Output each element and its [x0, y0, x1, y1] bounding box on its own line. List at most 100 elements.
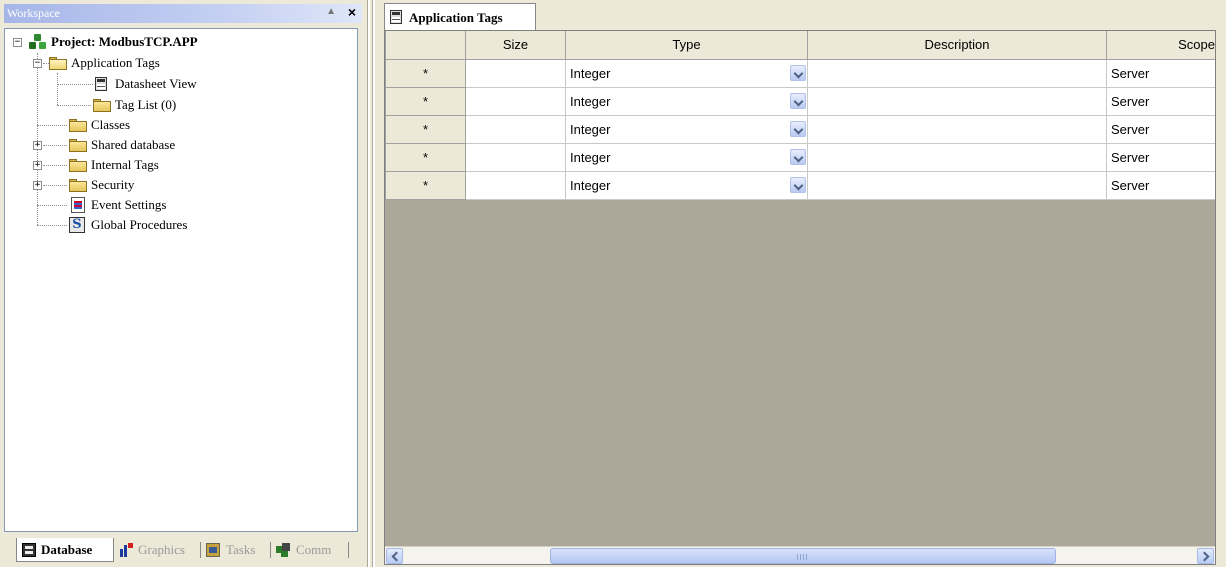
tree-label: Internal Tags — [91, 157, 159, 172]
row-marker[interactable]: * — [385, 86, 466, 116]
tab-database[interactable]: Database — [16, 538, 114, 562]
tab-application-tags[interactable]: Application Tags — [384, 3, 536, 30]
tab-label: Tasks — [226, 542, 256, 557]
expand-icon[interactable]: + — [33, 181, 42, 190]
tab-comm[interactable]: Comm — [274, 538, 346, 562]
tree-item-datasheet-view[interactable]: Datasheet View — [11, 75, 291, 95]
datasheet-icon — [95, 77, 107, 91]
table-header-row: Size Type Description Scope — [385, 31, 1215, 60]
tree-item-internal-tags[interactable]: + Internal Tags — [11, 156, 291, 176]
description-cell[interactable] — [807, 86, 1107, 116]
chevron-down-icon[interactable] — [790, 92, 806, 109]
type-dropdown[interactable]: Integer — [565, 114, 808, 144]
close-icon[interactable]: × — [348, 4, 356, 20]
tab-separator — [200, 542, 201, 558]
size-cell[interactable] — [465, 114, 566, 144]
column-header-rowmarker[interactable] — [385, 31, 466, 60]
tab-tasks[interactable]: Tasks — [204, 538, 268, 562]
row-marker[interactable]: * — [385, 142, 466, 172]
description-cell[interactable] — [807, 114, 1107, 144]
horizontal-scrollbar[interactable] — [385, 546, 1215, 564]
tab-graphics[interactable]: Graphics — [116, 538, 198, 562]
folder-icon — [69, 119, 87, 132]
type-value: Integer — [570, 177, 611, 193]
type-dropdown[interactable]: Integer — [565, 86, 808, 116]
tags-table: Size Type Description Scope * Integer Se… — [385, 31, 1215, 200]
tree-label: Global Procedures — [91, 217, 188, 232]
tree-label: Event Settings — [91, 197, 167, 212]
folder-icon — [69, 139, 87, 152]
row-marker[interactable]: * — [385, 170, 466, 200]
tasks-icon — [206, 543, 220, 557]
pin-icon[interactable]: ▲ — [326, 6, 336, 17]
tree-item-shared-database[interactable]: + Shared database — [11, 136, 291, 156]
description-cell[interactable] — [807, 170, 1107, 200]
table-row[interactable]: * Integer Server — [385, 86, 1215, 116]
chevron-down-icon[interactable] — [790, 176, 806, 193]
table-row[interactable]: * Integer Server — [385, 142, 1215, 172]
tree-item-security[interactable]: + Security — [11, 176, 291, 196]
tree-item-project[interactable]: − Project: ModbusTCP.APP — [11, 33, 291, 53]
project-tree[interactable]: − Project: ModbusTCP.APP − Application T… — [4, 28, 358, 532]
type-dropdown[interactable]: Integer — [565, 142, 808, 172]
scope-cell[interactable]: Server — [1106, 58, 1215, 88]
type-dropdown[interactable]: Integer — [565, 170, 808, 200]
comm-icon — [276, 543, 290, 557]
tree-item-classes[interactable]: Classes — [11, 116, 291, 136]
expand-icon[interactable]: + — [33, 141, 42, 150]
scope-cell[interactable]: Server — [1106, 114, 1215, 144]
row-marker[interactable]: * — [385, 114, 466, 144]
column-header-description[interactable]: Description — [807, 31, 1107, 60]
tree-item-application-tags[interactable]: − Application Tags — [11, 54, 291, 74]
scope-cell[interactable]: Server — [1106, 86, 1215, 116]
description-cell[interactable] — [807, 142, 1107, 172]
workspace-titlebar[interactable]: Workspace ▲ × — [4, 4, 362, 23]
panel-splitter[interactable] — [364, 0, 376, 567]
chevron-down-icon[interactable] — [790, 64, 806, 81]
size-cell[interactable] — [465, 58, 566, 88]
size-cell[interactable] — [465, 170, 566, 200]
scrollbar-thumb[interactable] — [550, 548, 1056, 564]
expand-icon[interactable]: + — [33, 161, 42, 170]
type-dropdown[interactable]: Integer — [565, 58, 808, 88]
column-header-scope[interactable]: Scope — [1106, 31, 1215, 60]
scope-cell[interactable]: Server — [1106, 142, 1215, 172]
graphics-icon — [120, 543, 134, 557]
table-row[interactable]: * Integer Server — [385, 58, 1215, 88]
tree-label: Tag List (0) — [115, 97, 177, 112]
tab-separator — [348, 542, 349, 558]
scope-cell[interactable]: Server — [1106, 170, 1215, 200]
size-cell[interactable] — [465, 86, 566, 116]
size-cell[interactable] — [465, 142, 566, 172]
script-icon: S — [69, 217, 85, 233]
tree-label: Security — [91, 177, 135, 192]
table-row[interactable]: * Integer Server — [385, 170, 1215, 200]
collapse-icon[interactable]: − — [13, 38, 22, 47]
type-value: Integer — [570, 149, 611, 165]
chevron-down-icon[interactable] — [790, 148, 806, 165]
table-row[interactable]: * Integer Server — [385, 114, 1215, 144]
tab-label: Database — [41, 542, 93, 557]
folder-icon — [93, 99, 111, 112]
tab-separator — [270, 542, 271, 558]
description-cell[interactable] — [807, 58, 1107, 88]
folder-icon — [69, 179, 87, 192]
tree-label: Shared database — [91, 137, 176, 152]
database-icon — [22, 543, 36, 557]
tree-label: Application Tags — [71, 55, 160, 70]
scroll-left-icon[interactable] — [386, 548, 403, 564]
tree-item-event-settings[interactable]: Event Settings — [11, 196, 291, 216]
tags-datasheet[interactable]: Size Type Description Scope * Integer Se… — [384, 30, 1216, 565]
tree-item-global-procedures[interactable]: S Global Procedures — [11, 216, 291, 236]
collapse-icon[interactable]: − — [33, 59, 42, 68]
column-header-size[interactable]: Size — [465, 31, 566, 60]
column-header-type[interactable]: Type — [565, 31, 808, 60]
row-marker[interactable]: * — [385, 58, 466, 88]
type-value: Integer — [570, 121, 611, 137]
workspace-tabs: Database Graphics Tasks Comm — [16, 538, 352, 562]
scroll-right-icon[interactable] — [1197, 548, 1214, 564]
tree-item-tag-list[interactable]: Tag List (0) — [11, 96, 291, 116]
tab-label: Application Tags — [409, 10, 503, 25]
chevron-down-icon[interactable] — [790, 120, 806, 137]
tab-label: Graphics — [138, 542, 185, 557]
